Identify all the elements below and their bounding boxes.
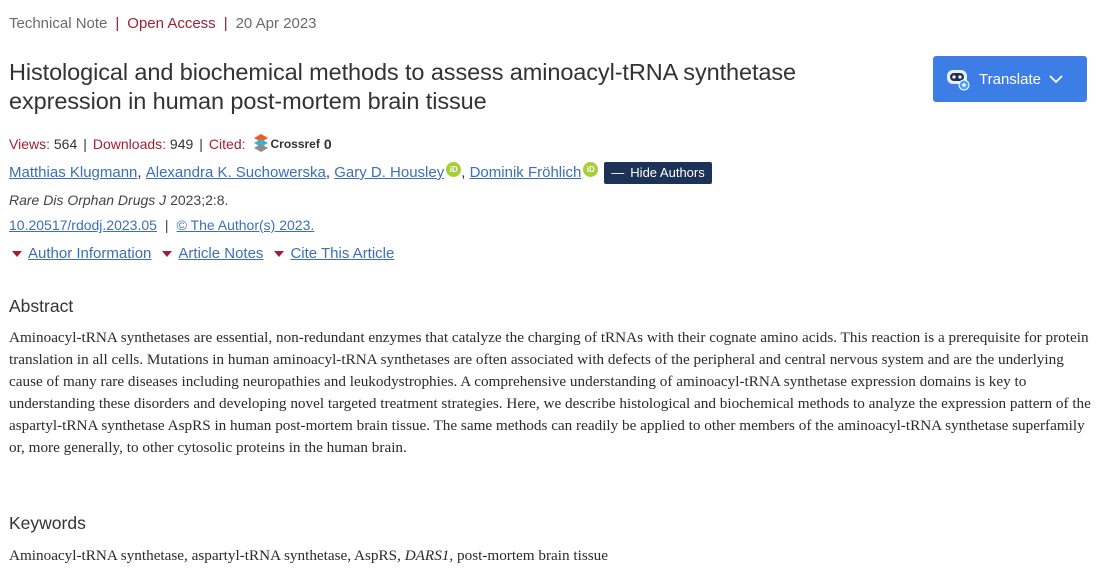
keywords-heading: Keywords — [9, 513, 86, 533]
journal-citation: Rare Dis Orphan Drugs J 2023;2:8. — [9, 190, 228, 210]
crossref-label: Crossref — [270, 137, 320, 151]
article-title: Histological and biochemical methods to … — [9, 59, 796, 114]
journal-name: Rare Dis Orphan Drugs J — [9, 192, 167, 208]
meta-separator: | — [115, 15, 120, 32]
author-link[interactable]: Alexandra K. Suchowerska — [146, 160, 326, 186]
author-information-label: Author Information — [28, 245, 152, 262]
author-link[interactable]: Dominik Fröhlich — [470, 160, 582, 186]
publish-date: 20 Apr 2023 — [235, 15, 317, 32]
orcid-icon[interactable]: iD — [583, 161, 599, 177]
article-notes-toggle[interactable]: Article Notes — [159, 243, 263, 265]
cite-article-toggle[interactable]: Cite This Article — [271, 243, 394, 265]
license-link[interactable]: © The Author(s) 2023. — [177, 217, 315, 233]
orcid-icon[interactable]: iD — [446, 161, 462, 177]
views-value: 564 — [53, 136, 78, 152]
chevron-down-icon — [1049, 74, 1063, 84]
keyword-gene: DARS1 — [404, 547, 450, 564]
author-link[interactable]: Gary D. Housley — [334, 160, 444, 186]
downloads-label: Downloads: — [92, 136, 167, 152]
translate-button[interactable]: Translate — [933, 56, 1087, 102]
article-toggles: Author Information Article Notes Cite Th… — [9, 243, 402, 265]
author-information-toggle[interactable]: Author Information — [9, 243, 151, 265]
crossref-link[interactable]: Crossref 0 — [253, 134, 332, 154]
meta-separator: | — [223, 15, 228, 32]
keywords-part: , post-mortem brain tissue — [449, 547, 609, 564]
keywords-text: Aminoacyl-tRNA synthetase, aspartyl-tRNA… — [9, 545, 608, 567]
abstract-text: Aminoacyl-tRNA synthetases are essential… — [9, 329, 1091, 456]
abstract-heading: Abstract — [9, 296, 74, 316]
triangle-down-icon — [274, 251, 285, 257]
journal-volume: 2023;2:8. — [170, 192, 229, 208]
cite-article-label: Cite This Article — [290, 245, 395, 262]
crossref-count: 0 — [323, 136, 332, 152]
triangle-down-icon — [162, 251, 173, 257]
article-type: Technical Note — [9, 15, 108, 32]
translate-label: Translate — [979, 70, 1041, 88]
doi-line: 10.20517/rdodj.2023.05 | © The Author(s) 2… — [9, 215, 314, 235]
article-page: Technical Note | Open Access | 20 Apr 2023 H… — [0, 0, 1112, 577]
hide-authors-button[interactable]: — Hide Authors — [604, 162, 712, 184]
author-list: Matthias Klugmann, Alexandra K. Suchower… — [9, 160, 712, 186]
minus-icon: — — [611, 165, 625, 180]
views-label: Views: — [9, 136, 50, 152]
stats-separator: | — [199, 136, 203, 152]
article-meta-line: Technical Note | Open Access | 20 Apr 2023 — [9, 14, 317, 34]
open-access-label: Open Access — [127, 15, 216, 32]
cited-label: Cited: — [208, 136, 246, 152]
author-link[interactable]: Matthias Klugmann — [9, 160, 137, 186]
crossref-logo-icon — [253, 134, 268, 152]
hide-authors-label: Hide Authors — [630, 165, 705, 180]
doi-link[interactable]: 10.20517/rdodj.2023.05 — [9, 217, 157, 233]
triangle-down-icon — [12, 251, 22, 257]
chatbot-icon — [945, 66, 971, 92]
downloads-value: 949 — [169, 136, 194, 152]
doi-separator: | — [164, 217, 169, 233]
keywords-part: Aminoacyl-tRNA synthetase, aspartyl-tRNA… — [9, 547, 405, 564]
article-stats: Views: 564 | Downloads: 949 | Cited: Crossre… — [9, 134, 332, 154]
stats-separator: | — [83, 136, 87, 152]
article-notes-label: Article Notes — [178, 245, 264, 262]
